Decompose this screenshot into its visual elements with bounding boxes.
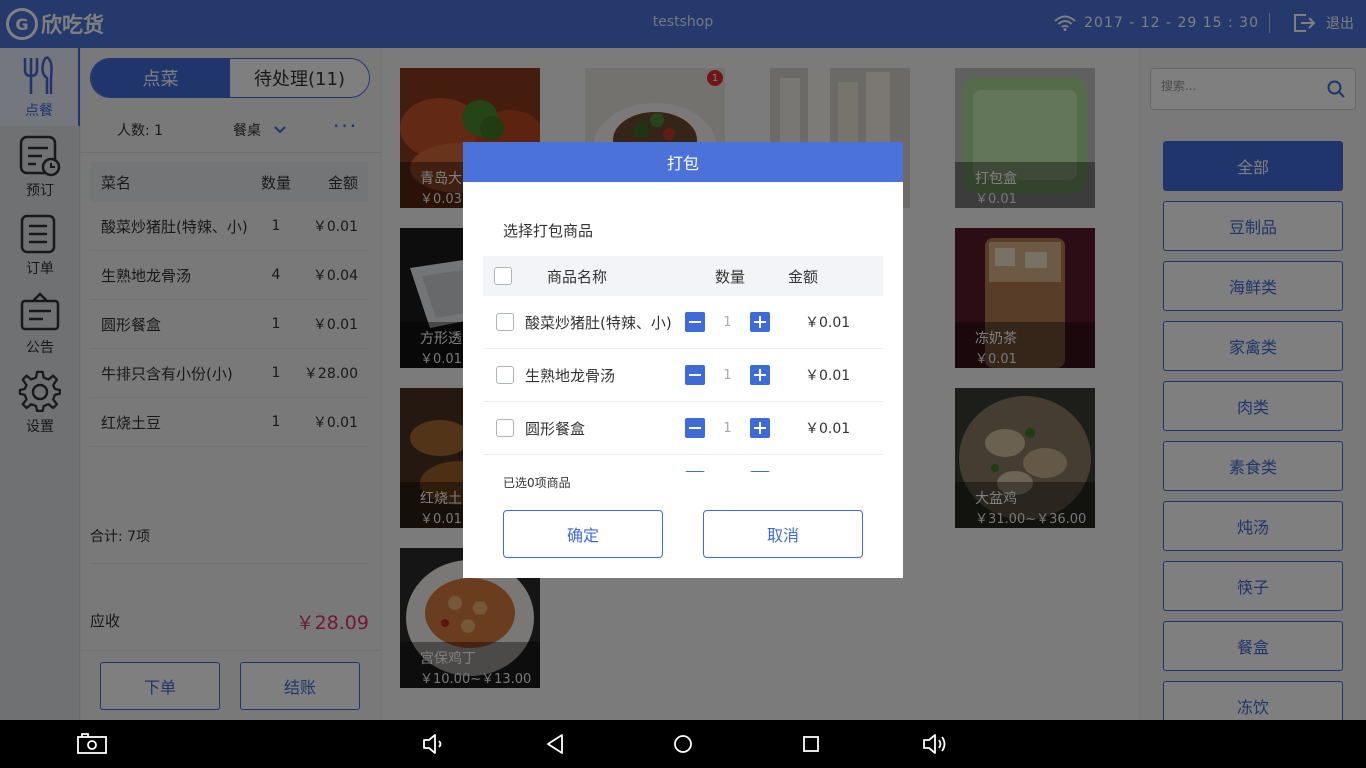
quantity-stepper <box>685 471 770 472</box>
increment-button[interactable] <box>750 418 770 438</box>
decrement-button[interactable] <box>685 418 705 438</box>
table-row: 酸菜炒猪肚(特辣、小) 1 ￥0.01 <box>483 296 883 349</box>
item-amount: ￥0.01 <box>805 368 851 384</box>
decrement-button[interactable] <box>685 471 705 472</box>
decrement-button[interactable] <box>685 365 705 385</box>
packing-items-table: 商品名称 数量 金额 酸菜炒猪肚(特辣、小) 1 ￥0.01 生熟地龙骨汤 1 … <box>483 256 883 472</box>
item-amount: ￥0.01 <box>805 315 851 331</box>
column-header-name: 商品名称 <box>547 267 608 286</box>
item-name: 圆形餐盒 <box>525 419 586 438</box>
increment-button[interactable] <box>750 312 770 332</box>
system-nav-bar <box>0 720 1366 768</box>
packing-dialog: 打包 选择打包商品 商品名称 数量 金额 酸菜炒猪肚(特辣、小) 1 ￥0.01… <box>463 142 903 578</box>
volume-up-icon[interactable] <box>920 732 950 756</box>
quantity-value: 1 <box>723 367 732 383</box>
dialog-subtitle: 选择打包商品 <box>503 222 594 240</box>
quantity-stepper: 1 <box>685 312 770 332</box>
column-header-amount: 金额 <box>788 267 819 286</box>
item-checkbox[interactable] <box>496 419 514 437</box>
item-checkbox[interactable] <box>496 313 514 331</box>
item-checkbox[interactable] <box>496 366 514 384</box>
screenshot-icon[interactable] <box>77 732 107 756</box>
increment-button[interactable] <box>750 471 770 472</box>
item-amount: ￥0.01 <box>805 421 851 437</box>
dialog-title: 打包 <box>463 142 903 182</box>
table-row <box>483 455 883 472</box>
home-icon[interactable] <box>668 732 698 756</box>
confirm-button[interactable]: 确定 <box>503 510 663 558</box>
table-row: 生熟地龙骨汤 1 ￥0.01 <box>483 349 883 402</box>
quantity-value: 1 <box>723 420 732 436</box>
increment-button[interactable] <box>750 365 770 385</box>
quantity-value: 1 <box>723 314 732 330</box>
recents-icon[interactable] <box>796 732 826 756</box>
quantity-stepper: 1 <box>685 365 770 385</box>
decrement-button[interactable] <box>685 312 705 332</box>
item-name: 酸菜炒猪肚(特辣、小) <box>525 313 672 332</box>
volume-down-icon[interactable] <box>418 732 448 756</box>
table-header: 商品名称 数量 金额 <box>483 256 883 296</box>
cancel-button[interactable]: 取消 <box>703 510 863 558</box>
table-row: 圆形餐盒 1 ￥0.01 <box>483 402 883 455</box>
quantity-stepper: 1 <box>685 418 770 438</box>
select-all-checkbox[interactable] <box>494 267 512 285</box>
back-icon[interactable] <box>541 732 571 756</box>
selected-count: 已选0项商品 <box>503 476 571 490</box>
column-header-qty: 数量 <box>714 267 745 286</box>
item-name: 生熟地龙骨汤 <box>525 366 616 385</box>
